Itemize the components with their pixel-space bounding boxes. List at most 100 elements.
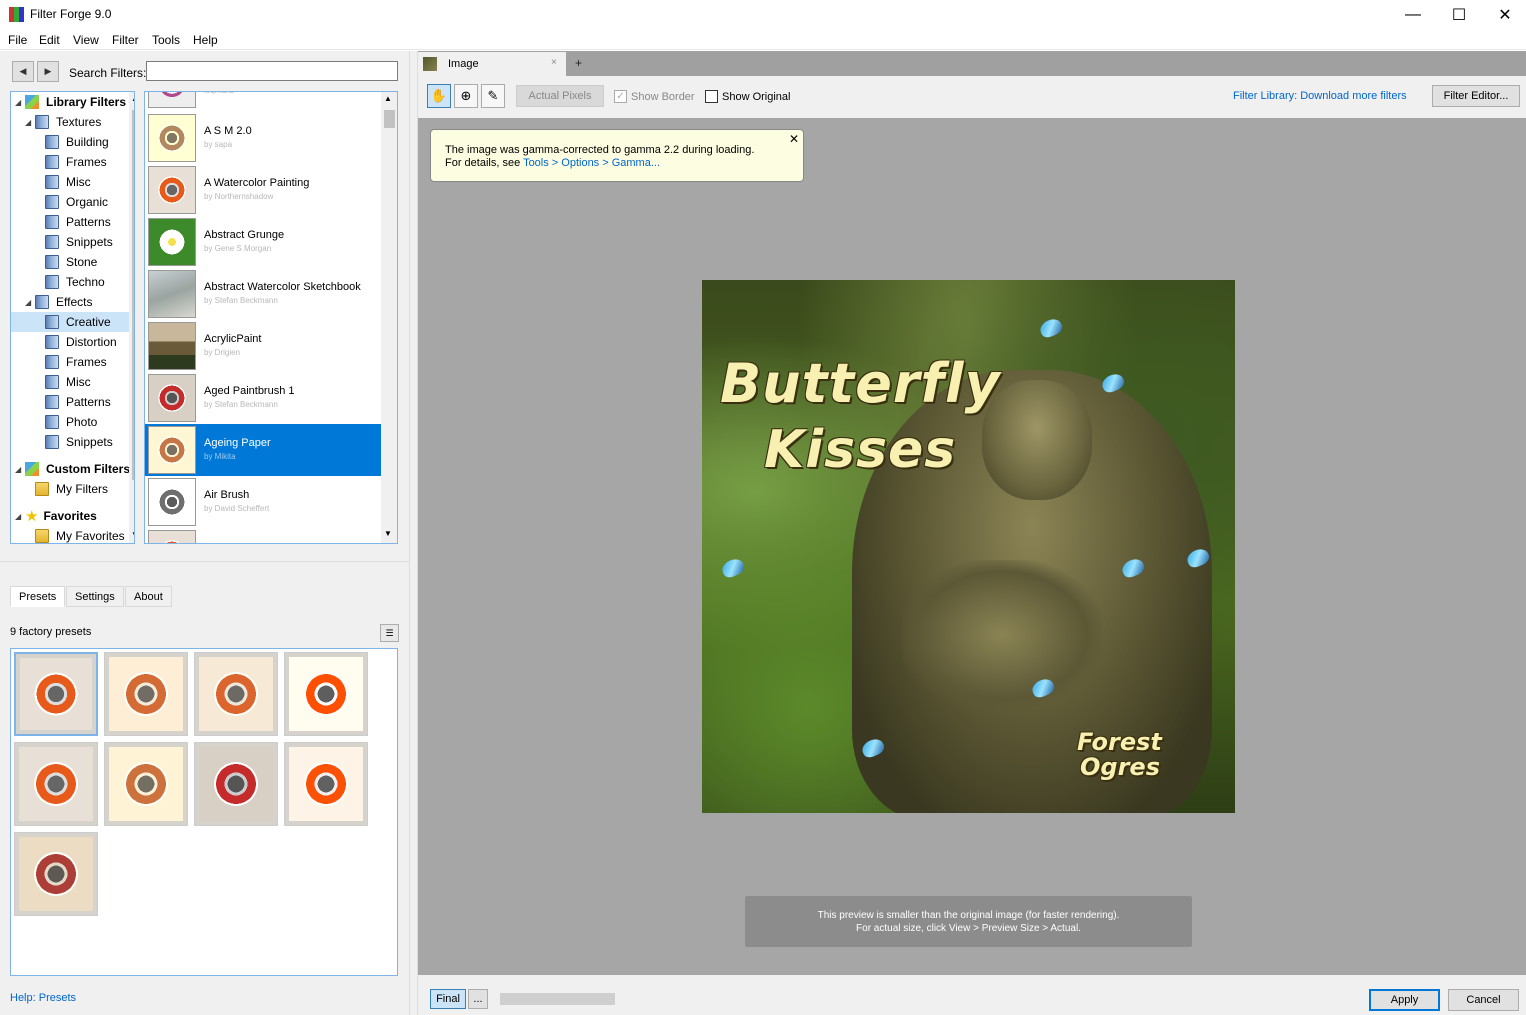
tree-library-filters[interactable]: ◢ Library Filters [15, 92, 126, 112]
filter-list[interactable]: loqmanz A S M 2.0 by sapa A Watercolor P… [144, 91, 398, 544]
filter-item[interactable]: Air Brush by David Scheffert [145, 476, 381, 528]
eyedropper-icon[interactable]: ✎ [481, 84, 505, 108]
filter-editor-button[interactable]: Filter Editor... [1432, 85, 1520, 107]
preset-thumbnail[interactable] [194, 652, 278, 736]
horizontal-splitter[interactable] [0, 561, 409, 567]
tree-techno[interactable]: Techno [45, 272, 105, 292]
tree-custom-filters[interactable]: ◢ Custom Filters [15, 459, 130, 479]
folder-icon [45, 155, 59, 169]
menu-filter[interactable]: Filter [112, 33, 139, 47]
app-icon [9, 7, 24, 22]
presets-grid[interactable] [10, 648, 398, 976]
filter-item[interactable]: Abstract Watercolor Sketchbook by Stefan… [145, 268, 381, 320]
cancel-button[interactable]: Cancel [1448, 989, 1519, 1011]
scroll-up-icon[interactable]: ▲ [384, 94, 392, 103]
preset-thumbnail[interactable] [14, 652, 98, 736]
preset-thumbnail[interactable] [104, 652, 188, 736]
tree-building[interactable]: Building [45, 132, 109, 152]
close-tab-icon[interactable]: × [551, 57, 557, 68]
filter-author: by Drigien [204, 348, 241, 357]
tree-frames[interactable]: Frames [45, 152, 107, 172]
tree-organic[interactable]: Organic [45, 192, 108, 212]
vertical-splitter[interactable] [409, 51, 418, 1015]
gamma-options-link[interactable]: Tools > Options > Gamma... [523, 157, 660, 169]
menu-view[interactable]: View [73, 33, 99, 47]
filter-item[interactable]: Aged Paintbrush 1 by Stefan Beckmann [145, 372, 381, 424]
tab-settings[interactable]: Settings [66, 586, 124, 607]
tree-frames-2[interactable]: Frames [45, 352, 107, 372]
menu-edit[interactable]: Edit [39, 33, 60, 47]
preset-thumbnail[interactable] [284, 742, 368, 826]
tab-image-label: Image [448, 58, 479, 70]
actual-pixels-button[interactable]: Actual Pixels [516, 85, 604, 107]
filter-item[interactable]: A S M 2.0 by sapa [145, 112, 381, 164]
filter-list-scrollbar[interactable]: ▲ ▼ [381, 92, 397, 543]
final-button[interactable]: Final [430, 989, 466, 1009]
tree-photo[interactable]: Photo [45, 412, 97, 432]
apply-button[interactable]: Apply [1369, 989, 1440, 1011]
tree-creative[interactable]: Creative [11, 312, 129, 332]
preset-thumbnail[interactable] [194, 742, 278, 826]
filter-item[interactable]: A Watercolor Painting by Northernshadow [145, 164, 381, 216]
tree-snippets[interactable]: Snippets [45, 232, 113, 252]
filter-library-link[interactable]: Filter Library: Download more filters [1233, 90, 1407, 102]
filter-item[interactable]: AcrylicPaint by Drigien [145, 320, 381, 372]
filter-item[interactable]: Abstract Grunge by Gene S Morgan [145, 216, 381, 268]
filter-item[interactable] [145, 528, 381, 543]
menu-file[interactable]: File [8, 33, 27, 47]
filter-item-selected[interactable]: Ageing Paper by Mikita [145, 424, 381, 476]
forward-button[interactable]: ▶ [37, 61, 59, 82]
preview-canvas[interactable]: The image was gamma-corrected to gamma 2… [418, 118, 1526, 975]
tree-snippets-2[interactable]: Snippets [45, 432, 113, 452]
preset-thumbnail[interactable] [284, 652, 368, 736]
tab-presets[interactable]: Presets [10, 586, 66, 607]
back-button[interactable]: ◀ [12, 61, 34, 82]
zoom-icon[interactable]: ⊕ [454, 84, 478, 108]
scroll-down-icon[interactable]: ▼ [131, 530, 134, 539]
hand-icon[interactable]: ✋ [427, 84, 451, 108]
show-original-checkbox[interactable]: Show Original [705, 90, 790, 103]
new-tab-button[interactable]: + [575, 56, 582, 70]
tab-about[interactable]: About [125, 586, 172, 607]
scroll-thumb[interactable] [384, 110, 395, 128]
scroll-up-icon[interactable]: ▲ [131, 94, 134, 103]
preview-image[interactable]: Butterfly Kisses Forest Ogres [702, 280, 1235, 813]
filter-thumbnail [148, 218, 196, 266]
scroll-down-icon[interactable]: ▼ [384, 529, 392, 538]
preset-thumbnail[interactable] [14, 832, 98, 916]
search-input[interactable] [146, 61, 398, 81]
filter-thumbnail [148, 92, 196, 108]
close-button[interactable]: ✕ [1482, 0, 1526, 30]
tree-textures[interactable]: ◢ Textures [25, 112, 101, 132]
tree-scrollbar[interactable]: ▲ ▼ [129, 92, 134, 543]
filter-name: Aged Paintbrush 1 [204, 385, 295, 397]
preset-thumbnail[interactable] [104, 742, 188, 826]
menu-tools[interactable]: Tools [152, 33, 180, 47]
tree-favorites[interactable]: ◢ ★ Favorites [15, 506, 97, 526]
maximize-button[interactable]: ☐ [1436, 0, 1482, 30]
scroll-thumb[interactable] [132, 110, 134, 480]
preset-thumbnail[interactable] [14, 742, 98, 826]
close-icon[interactable]: ✕ [789, 133, 799, 146]
help-presets-link[interactable]: Help: Presets [10, 992, 76, 1004]
tree-my-filters[interactable]: My Filters [35, 479, 108, 499]
tree-effects[interactable]: ◢ Effects [25, 292, 92, 312]
list-icon[interactable]: ☰ [380, 624, 399, 642]
tree-misc-2[interactable]: Misc [45, 372, 91, 392]
show-border-checkbox[interactable]: ✓ Show Border [614, 90, 695, 103]
tree-patterns[interactable]: Patterns [45, 212, 111, 232]
menu-help[interactable]: Help [193, 33, 218, 47]
filter-item[interactable]: loqmanz [145, 92, 381, 110]
filter-author: loqmanz [204, 92, 234, 95]
minimize-button[interactable]: — [1390, 0, 1436, 30]
tree-stone[interactable]: Stone [45, 252, 97, 272]
category-tree[interactable]: ◢ Library Filters ◢ Textures Building Fram… [10, 91, 135, 544]
tree-distortion[interactable]: Distortion [45, 332, 117, 352]
tree-misc[interactable]: Misc [45, 172, 91, 192]
more-options-button[interactable]: ... [468, 989, 488, 1009]
tree-my-favorites[interactable]: My Favorites [35, 526, 125, 543]
yellow-folder-icon [35, 482, 49, 496]
filter-name: Air Brush [204, 489, 250, 501]
tree-patterns-2[interactable]: Patterns [45, 392, 111, 412]
tab-image[interactable]: Image × [418, 52, 566, 76]
